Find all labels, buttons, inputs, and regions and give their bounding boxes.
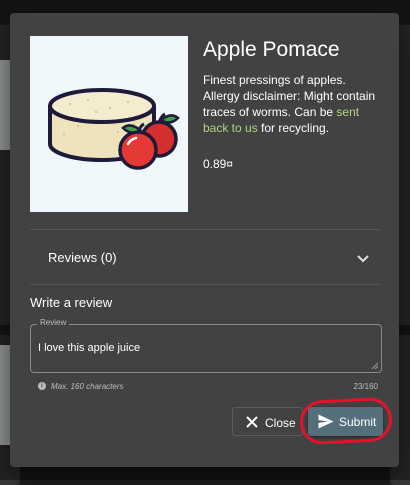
description-text: for recycling. xyxy=(257,121,330,135)
submit-label: Submit xyxy=(339,415,377,429)
close-label: Close xyxy=(265,416,296,430)
product-details-dialog: Apple Pomace Finest pressings of apples.… xyxy=(10,13,399,467)
character-counter: 23/160 xyxy=(353,382,378,391)
write-review-title: Write a review xyxy=(30,295,113,310)
reviews-title: Reviews (0) xyxy=(48,250,117,265)
product-description: Finest pressings of apples. Allergy disc… xyxy=(203,72,383,136)
apple-pomace-icon xyxy=(48,88,180,170)
product-image xyxy=(30,36,188,212)
review-field-label: Review xyxy=(37,318,70,327)
reviews-expansion-panel[interactable]: Reviews (0) xyxy=(30,229,380,285)
chevron-down-icon[interactable] xyxy=(356,251,370,265)
resize-handle-icon[interactable] xyxy=(371,362,378,369)
close-button[interactable]: Close xyxy=(232,407,303,436)
send-icon xyxy=(318,414,334,429)
review-input-value[interactable]: I love this apple juice xyxy=(38,342,140,354)
info-icon: i xyxy=(38,382,46,390)
review-textarea[interactable]: Review I love this apple juice xyxy=(30,318,382,373)
review-hint-row: i Max. 160 characters 23/160 xyxy=(38,381,378,393)
close-icon xyxy=(246,416,258,428)
product-price: 0.89¤ xyxy=(203,157,234,171)
submit-button[interactable]: Submit xyxy=(308,407,383,436)
product-name: Apple Pomace xyxy=(203,38,340,61)
review-hint: Max. 160 characters xyxy=(51,382,124,391)
